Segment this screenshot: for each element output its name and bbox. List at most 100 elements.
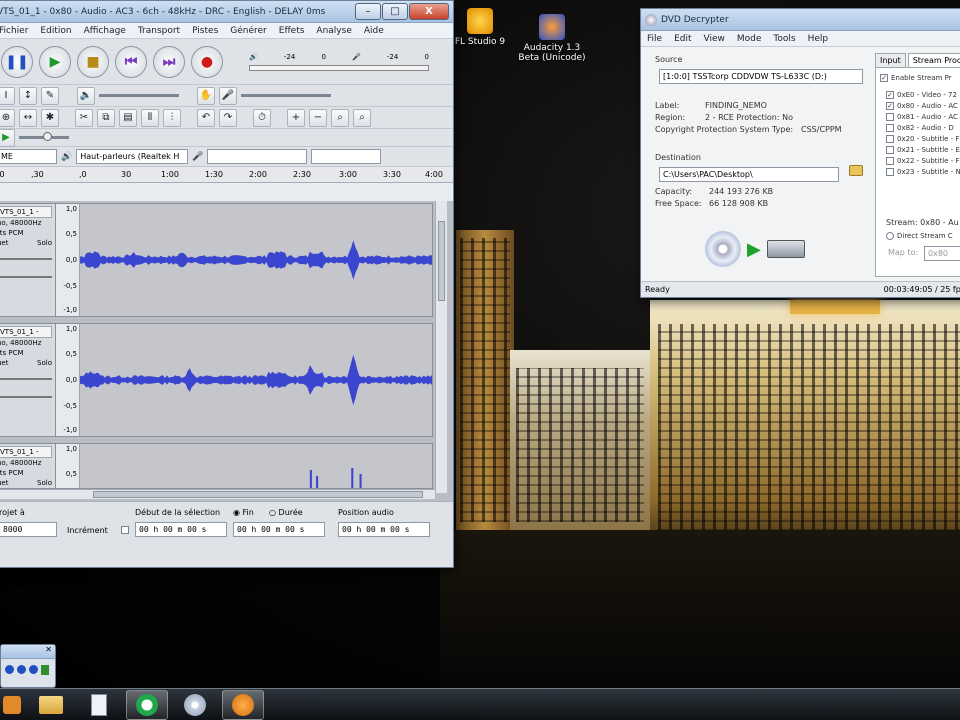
selection-tool-icon[interactable]: I	[0, 86, 15, 105]
pan-slider[interactable]	[0, 396, 52, 398]
stream-item[interactable]: ✓ 0xE0 - Video - 72	[876, 89, 960, 100]
solo-button[interactable]: Solo	[37, 358, 52, 368]
timeline-ruler[interactable]: .0 ,30 ,0 30 1:00 1:30 2:00 2:30 3:00 3:…	[0, 167, 453, 183]
sync-lock-icon[interactable]: ⏱	[253, 108, 271, 127]
trim-icon[interactable]: ⫴	[141, 108, 159, 127]
timeshift-tool-icon[interactable]: ↔	[19, 108, 37, 127]
paste-icon[interactable]: ▤	[119, 108, 137, 127]
track-name-button[interactable]: VTS_01_1 -	[0, 326, 52, 338]
menu-pistes[interactable]: Pistes	[192, 26, 218, 36]
play-button[interactable]: ▶	[39, 45, 71, 78]
taskbar-notepad-icon[interactable]	[78, 690, 120, 720]
record-volume-slider[interactable]	[241, 94, 331, 97]
fit-project-icon[interactable]: ⌕	[353, 108, 371, 127]
audio-track[interactable]: VTS_01_1 - no, 48000Hz tts PCM uet Solo …	[0, 203, 433, 317]
menu-edition[interactable]: Edition	[40, 26, 71, 36]
menu-analyse[interactable]: Analyse	[316, 26, 351, 36]
taskbar-app-orange-icon[interactable]	[0, 690, 24, 720]
menu-transport[interactable]: Transport	[138, 26, 180, 36]
project-rate-select[interactable]: 8000	[0, 522, 57, 537]
close-icon[interactable]: ✕	[45, 645, 55, 654]
selection-end-time[interactable]: 00 h 00 m 00 s	[233, 522, 325, 537]
stream-item[interactable]: ✓ 0x80 - Audio - AC	[876, 100, 960, 111]
zoom-out-icon[interactable]: −	[309, 108, 327, 127]
output-device-select[interactable]: Haut-parleurs (Realtek H	[76, 149, 189, 164]
track-name-button[interactable]: VTS_01_1 -	[0, 446, 52, 458]
skip-end-button[interactable]: ⏭	[153, 45, 185, 78]
browse-folder-icon[interactable]	[849, 165, 863, 176]
taskbar-explorer-icon[interactable]	[30, 690, 72, 720]
gain-slider[interactable]	[0, 378, 52, 380]
record-dot-icon[interactable]	[29, 665, 38, 674]
menu-tools[interactable]: Tools	[773, 34, 795, 44]
stream-item[interactable]: 0x81 - Audio - AC	[876, 111, 960, 122]
pin-icon[interactable]	[41, 665, 49, 675]
input-channels-select[interactable]	[311, 149, 382, 164]
copy-icon[interactable]: ⧉	[97, 108, 115, 127]
track-name-button[interactable]: VTS_01_1 -	[0, 206, 52, 218]
menu-aide[interactable]: Aide	[364, 26, 384, 36]
audio-position-time[interactable]: 00 h 00 m 00 s	[338, 522, 430, 537]
stop-button[interactable]: ■	[77, 45, 109, 78]
menu-help[interactable]: Help	[808, 34, 829, 44]
mic-input-icon[interactable]: 🎤	[219, 86, 237, 105]
stream-item[interactable]: 0x82 - Audio - D	[876, 122, 960, 133]
stream-item[interactable]: 0x20 - Subtitle - F	[876, 133, 960, 144]
menu-generer[interactable]: Générer	[230, 26, 267, 36]
menu-affichage[interactable]: Affichage	[84, 26, 126, 36]
close-button[interactable]: X	[409, 3, 449, 20]
envelope-tool-icon[interactable]: ↕	[19, 86, 37, 105]
zoom-tool-icon[interactable]: ⊕	[0, 108, 15, 127]
maximize-button[interactable]: □	[382, 3, 408, 20]
playback-volume-slider[interactable]	[99, 94, 179, 97]
mute-button[interactable]: uet	[0, 238, 9, 248]
fit-selection-icon[interactable]: ⌕	[331, 108, 349, 127]
drive-select[interactable]: [1:0:0] TSSTcorp CDDVDW TS-L633C (D:)	[659, 69, 863, 84]
menu-view[interactable]: View	[704, 34, 725, 44]
meter-bar[interactable]	[249, 64, 429, 71]
solo-button[interactable]: Solo	[37, 478, 52, 488]
menu-effets[interactable]: Effets	[279, 26, 305, 36]
pause-button[interactable]: ❚❚	[1, 45, 33, 78]
gain-slider[interactable]	[0, 258, 52, 260]
solo-button[interactable]: Solo	[37, 238, 52, 248]
menu-file[interactable]: File	[647, 34, 662, 44]
redo-icon[interactable]: ↷	[219, 108, 237, 127]
snap-checkbox[interactable]	[121, 526, 129, 534]
tab-input[interactable]: Input	[875, 53, 906, 67]
tab-stream-processing[interactable]: Stream Proc	[907, 53, 960, 67]
minimize-button[interactable]: –	[355, 3, 381, 20]
mute-button[interactable]: uet	[0, 478, 9, 488]
waveform[interactable]	[80, 444, 432, 488]
menu-fichier[interactable]: Fichier	[0, 26, 28, 36]
play-at-speed-icon[interactable]: ▶	[0, 128, 15, 147]
enable-stream-checkbox[interactable]: ✓ Enable Stream Pr	[876, 72, 960, 83]
horizontal-scrollbar[interactable]	[0, 489, 435, 499]
audio-track[interactable]: VTS_01_1 - no, 48000Hz tts PCM uet Solo …	[0, 443, 433, 489]
record-dot-icon[interactable]	[5, 665, 14, 674]
taskbar-audacity-icon[interactable]	[222, 689, 264, 720]
audio-host-select[interactable]: ME	[0, 149, 57, 164]
zoom-in-icon[interactable]: +	[287, 108, 305, 127]
multi-tool-icon[interactable]: ✱	[41, 108, 59, 127]
waveform[interactable]	[80, 324, 432, 436]
vertical-scrollbar[interactable]	[435, 201, 447, 493]
dvd-titlebar[interactable]: DVD Decrypter	[641, 9, 960, 31]
skip-start-button[interactable]: ⏮	[115, 45, 147, 78]
mute-button[interactable]: uet	[0, 358, 9, 368]
draw-tool-icon[interactable]: ✎	[41, 86, 59, 105]
pan-slider[interactable]	[0, 276, 52, 278]
cut-icon[interactable]: ✂	[75, 108, 93, 127]
stream-item[interactable]: 0x22 - Subtitle - F	[876, 155, 960, 166]
taskbar-app-green-icon[interactable]	[126, 689, 168, 720]
input-device-select[interactable]	[207, 149, 308, 164]
stream-item[interactable]: 0x23 - Subtitle - N	[876, 166, 960, 177]
hand-icon[interactable]: ✋	[197, 86, 215, 105]
direct-stream-radio[interactable]: Direct Stream C	[876, 230, 953, 241]
silence-icon[interactable]: ⫶	[163, 108, 181, 127]
record-button[interactable]: ●	[191, 45, 223, 78]
record-dot-icon[interactable]	[17, 665, 26, 674]
menu-mode[interactable]: Mode	[737, 34, 762, 44]
stream-item[interactable]: 0x21 - Subtitle - E	[876, 144, 960, 155]
audio-track[interactable]: VTS_01_1 - no, 48000Hz tts PCM uet Solo …	[0, 323, 433, 437]
